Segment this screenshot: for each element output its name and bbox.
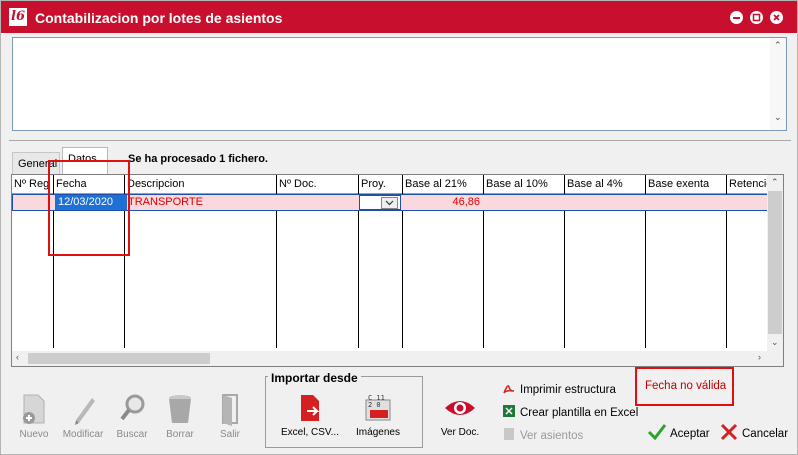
scroll-up-icon[interactable]: ⌃ bbox=[774, 40, 782, 51]
minimize-button[interactable] bbox=[730, 11, 743, 24]
grid-horizontal-scrollbar[interactable]: ‹ › bbox=[12, 351, 769, 366]
scroll-down-icon[interactable]: ⌄ bbox=[771, 337, 779, 348]
new-document-icon bbox=[12, 389, 56, 429]
import-images-button[interactable]: C 11 2 0 Imágenes bbox=[351, 389, 405, 438]
column-header-descripcion[interactable]: Descripcion bbox=[125, 175, 277, 193]
title-bar: l6 Contabilizacion por lotes de asientos bbox=[1, 1, 797, 33]
column-header-base21[interactable]: Base al 21% bbox=[403, 175, 484, 193]
grid-vertical-scrollbar[interactable]: ⌃ ⌄ bbox=[767, 175, 783, 366]
status-message: Se ha procesado 1 fichero. bbox=[128, 153, 268, 165]
scroll-down-icon[interactable]: ⌄ bbox=[774, 112, 782, 123]
app-logo-icon: l6 bbox=[9, 8, 27, 26]
scroll-left-icon[interactable]: ‹ bbox=[16, 352, 19, 362]
import-excel-button[interactable]: Excel, CSV... bbox=[277, 389, 343, 438]
import-group-title: Importar desde bbox=[268, 371, 361, 385]
svg-text:2 0: 2 0 bbox=[368, 401, 381, 409]
error-message-box: Fecha no válida bbox=[635, 367, 734, 406]
pencil-icon bbox=[60, 389, 106, 429]
scroll-thumb[interactable] bbox=[28, 353, 210, 364]
scroll-up-icon[interactable]: ⌃ bbox=[771, 177, 779, 188]
salir-button[interactable]: Salir bbox=[208, 389, 252, 440]
crear-plantilla-button[interactable]: Crear plantilla en Excel bbox=[502, 404, 638, 421]
close-icon bbox=[719, 423, 739, 444]
column-header-base4[interactable]: Base al 4% bbox=[565, 175, 646, 193]
image-scan-icon: C 11 2 0 bbox=[351, 389, 405, 427]
window-title: Contabilizacion por lotes de asientos bbox=[35, 10, 283, 26]
ver-doc-button[interactable]: Ver Doc. bbox=[437, 389, 483, 438]
checkmark-icon bbox=[647, 423, 667, 444]
search-icon bbox=[110, 389, 154, 429]
aceptar-button[interactable]: Aceptar bbox=[647, 423, 710, 444]
column-header-retencion[interactable]: Retención bbox=[727, 175, 769, 193]
buscar-button[interactable]: Buscar bbox=[110, 389, 154, 440]
imprimir-estructura-button[interactable]: Imprimir estructura bbox=[502, 381, 616, 398]
chevron-down-icon[interactable] bbox=[381, 197, 398, 209]
eye-icon bbox=[437, 389, 483, 427]
scroll-right-icon[interactable]: › bbox=[758, 352, 761, 362]
exit-door-icon bbox=[208, 389, 252, 429]
nuevo-button[interactable]: Nuevo bbox=[12, 389, 56, 440]
cancelar-button[interactable]: Cancelar bbox=[719, 423, 788, 444]
scroll-thumb[interactable] bbox=[768, 191, 782, 334]
pdf-import-icon bbox=[277, 389, 343, 427]
trash-icon bbox=[158, 389, 202, 429]
cell-descripcion[interactable]: TRANSPORTE bbox=[128, 196, 203, 208]
memo-scrollbar[interactable]: ⌃ ⌄ bbox=[770, 38, 786, 130]
column-header-base10[interactable]: Base al 10% bbox=[484, 175, 565, 193]
excel-icon bbox=[502, 404, 516, 421]
document-icon bbox=[502, 427, 516, 444]
log-textarea[interactable]: ⌃ ⌄ bbox=[12, 37, 787, 131]
column-header-ndoc[interactable]: Nº Doc. bbox=[277, 175, 359, 193]
cell-proy-select[interactable] bbox=[359, 195, 401, 210]
borrar-button[interactable]: Borrar bbox=[158, 389, 202, 440]
column-header-proy[interactable]: Proy. bbox=[359, 175, 403, 193]
maximize-button[interactable] bbox=[750, 11, 763, 24]
modificar-button[interactable]: Modificar bbox=[60, 389, 106, 440]
column-header-base-exenta[interactable]: Base exenta bbox=[646, 175, 727, 193]
close-button[interactable] bbox=[770, 11, 783, 24]
pdf-icon bbox=[502, 381, 516, 398]
highlight-box bbox=[48, 160, 130, 256]
cell-base21[interactable]: 46,86 bbox=[404, 196, 480, 208]
ver-asientos-button[interactable]: Ver asientos bbox=[502, 427, 583, 444]
separator bbox=[9, 140, 791, 141]
main-window: l6 Contabilizacion por lotes de asientos… bbox=[0, 0, 798, 455]
